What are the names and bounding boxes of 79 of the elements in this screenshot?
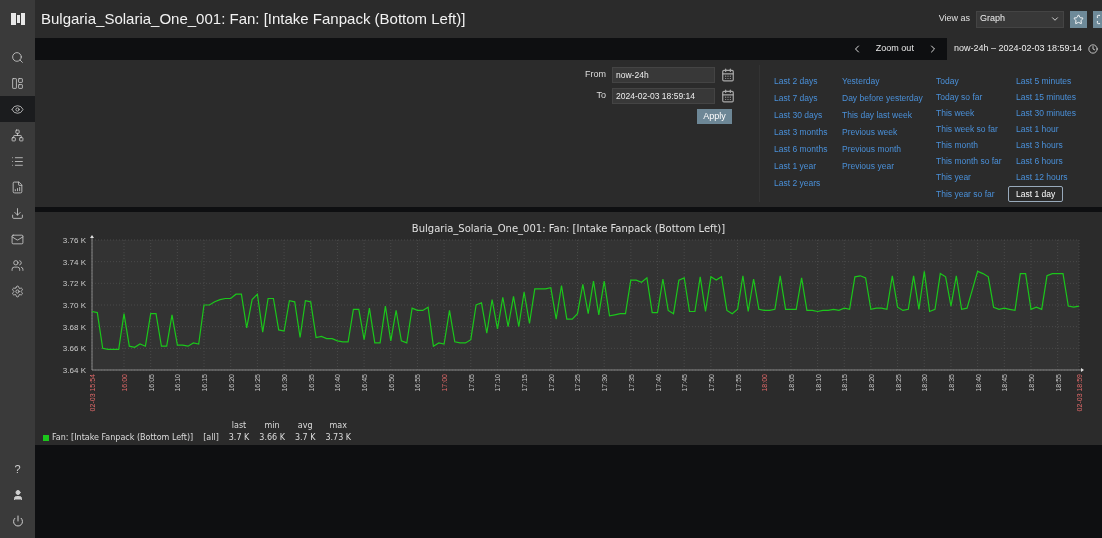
stat-label: min (264, 420, 280, 432)
quick-range-link[interactable]: Today (936, 73, 959, 90)
page-title: Bulgaria_Solaria_One_001: Fan: [Intake Fanpack (Bottom Left)] (41, 8, 466, 29)
mail-icon (11, 232, 24, 246)
stat-label: last (231, 420, 247, 432)
list-icon (11, 154, 24, 168)
quick-range-link[interactable]: Last 15 minutes (1016, 89, 1076, 106)
y-tick-label: 3.64 K (62, 366, 86, 375)
quick-range-link[interactable]: Last 30 minutes (1016, 105, 1076, 122)
hierarchy-icon (11, 128, 24, 142)
y-tick-label: 3.70 K (62, 301, 86, 310)
stat-value: 3.66 K (259, 432, 285, 444)
quick-range-link[interactable]: Previous month (842, 141, 902, 158)
stat-value: 3.7 K (294, 432, 316, 444)
quick-range-link[interactable]: Last 12 hours (1016, 169, 1068, 186)
quick-range-link[interactable]: This week (936, 105, 975, 122)
quick-range-link[interactable]: Last 2 years (774, 175, 821, 192)
stat-value: 3.7 K (228, 432, 250, 444)
star-icon (1073, 13, 1084, 25)
stat-label: max (329, 420, 347, 432)
help-button[interactable]: ? (0, 456, 35, 482)
quick-range-link[interactable]: Last 3 hours (1016, 137, 1063, 154)
logo-icon (9, 12, 26, 26)
report-icon (11, 180, 24, 194)
caret-icon (1050, 14, 1060, 24)
calendar-icon[interactable] (721, 89, 735, 103)
quick-range-link[interactable]: Last 6 hours (1016, 153, 1063, 170)
quick-range-link[interactable]: This day last week (842, 107, 912, 124)
y-tick-label: 3.68 K (62, 322, 86, 332)
quick-range-link[interactable]: Last 1 hour (1016, 121, 1059, 138)
user-icon (11, 489, 24, 501)
clock-icon (1088, 44, 1098, 54)
view-as-label: View as (938, 12, 970, 26)
date-input-field[interactable]: now-24h (612, 67, 715, 83)
quick-range-link[interactable]: Today so far (936, 89, 983, 106)
stat-label: avg (297, 420, 313, 432)
dashboard-icon (11, 76, 24, 90)
graph-title: Bulgaria_Solaria_One_001: Fan: [Intake Fanpack (Bottom Left)] (411, 222, 726, 234)
y-tick-label: 3.66 K (62, 344, 86, 354)
y-tick-label: 3.72 K (62, 279, 86, 289)
quick-range-link[interactable]: Day before yesterday (842, 90, 923, 107)
quick-range-link[interactable]: Last 6 months (774, 141, 828, 158)
field-label: From (585, 68, 606, 82)
eye-icon (11, 102, 24, 116)
view-as-select[interactable]: Graph (976, 10, 1064, 28)
quick-range-link[interactable]: Last 5 minutes (1016, 73, 1072, 90)
quick-range-link[interactable]: Previous year (842, 158, 894, 175)
zoom-out-button[interactable]: Zoom out (867, 42, 922, 56)
quick-range-link[interactable]: Last 2 days (774, 73, 818, 90)
stat-value: 3.73 K (325, 432, 352, 444)
date-input-field[interactable]: 2024-02-03 18:59:14 (612, 88, 715, 104)
nav-item[interactable] (0, 96, 35, 122)
quick-range-link[interactable]: Yesterday (842, 73, 880, 90)
quick-range-link[interactable]: Last 3 months (774, 124, 828, 141)
calendar-icon[interactable] (721, 68, 735, 82)
favourite-button[interactable] (1070, 10, 1087, 28)
apply-button[interactable]: Apply (697, 109, 732, 124)
download-icon (11, 206, 24, 220)
quick-range-link[interactable]: Last 7 days (774, 90, 818, 107)
y-tick-label: 3.74 K (62, 257, 86, 267)
quick-range-link[interactable]: This week so far (936, 121, 998, 138)
time-range-tab[interactable]: now-24h – 2024-02-03 18:59:14 (946, 38, 1102, 60)
quick-range-link[interactable]: Previous week (842, 124, 898, 141)
y-tick-label: 3.76 K (62, 236, 86, 245)
legend-label: Fan: [Intake Fanpack (Bottom Left)] (52, 432, 194, 444)
power-icon (11, 515, 24, 527)
search-icon (11, 50, 24, 64)
quick-range-link[interactable]: This month (936, 137, 979, 154)
legend-scope: [all] (203, 432, 219, 444)
quick-range-link[interactable]: This month so far (936, 153, 1002, 170)
time-range-text: now-24h – 2024-02-03 18:59:14 (953, 42, 1082, 56)
quick-range-link[interactable]: Last 1 year (774, 158, 817, 175)
quick-range-link[interactable]: Last 30 days (774, 107, 823, 124)
quick-range-link[interactable]: This year so far (936, 185, 995, 202)
users-icon (11, 258, 24, 272)
settings-icon (11, 284, 24, 298)
field-label: To (596, 89, 606, 103)
quick-range-link[interactable]: This year (936, 169, 971, 186)
quick-range-link[interactable]: Last 1 day (1008, 185, 1064, 202)
